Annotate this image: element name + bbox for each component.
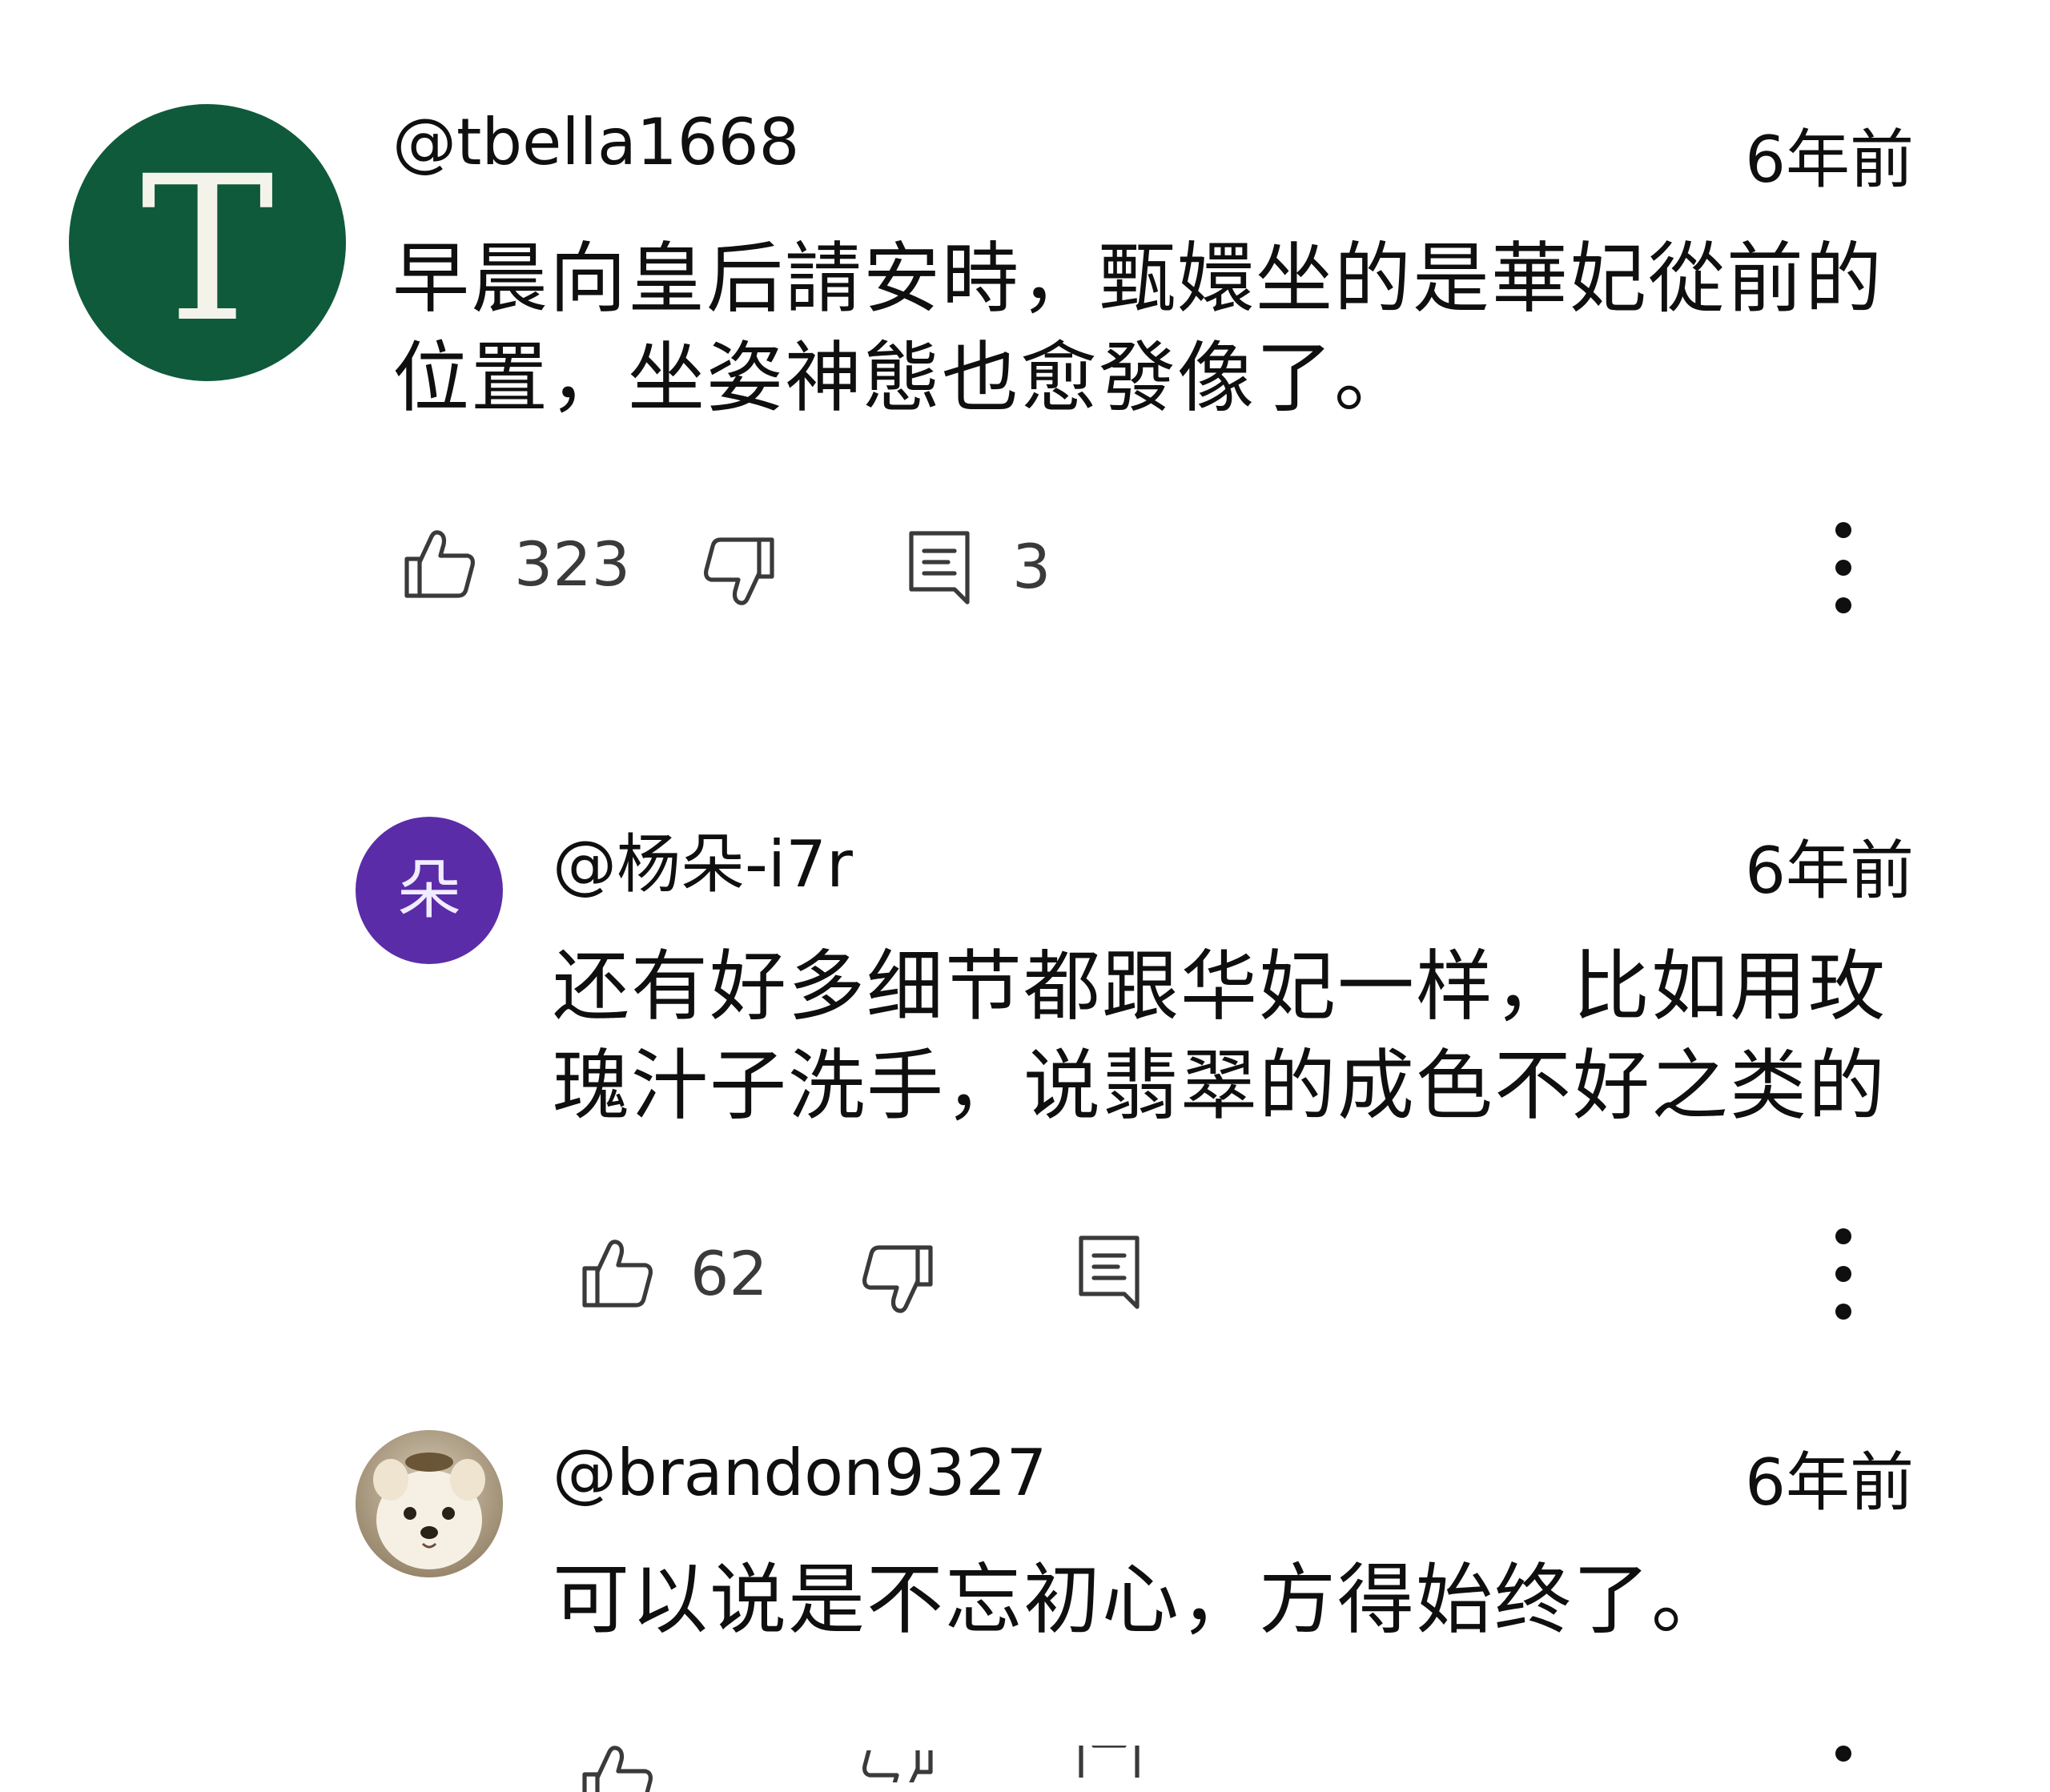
avatar[interactable] bbox=[356, 1430, 503, 1577]
comment-timestamp[interactable]: 6年前 bbox=[1745, 1451, 1914, 1515]
dog-photo-icon bbox=[356, 1430, 503, 1577]
comment-text: 可以说是不忘初心，方得始终了。 bbox=[553, 1550, 1730, 1649]
reply-button[interactable] bbox=[1076, 1746, 1142, 1778]
like-button[interactable] bbox=[581, 1744, 655, 1792]
comment-author[interactable]: @brandon9327 bbox=[553, 1441, 1047, 1505]
reply-icon bbox=[1079, 1746, 1140, 1778]
dislike-button[interactable] bbox=[860, 1750, 934, 1782]
thumbs-up-icon bbox=[582, 1746, 653, 1792]
comment-item: @brandon9327 6年前 可以说是不忘初心，方得始终了。 bbox=[0, 0, 2050, 1792]
more-vert-icon[interactable] bbox=[1827, 1746, 1859, 1768]
thumbs-down-icon bbox=[862, 1750, 933, 1782]
comment-text-line: 可以说是不忘初心，方得始终了。 bbox=[553, 1555, 1730, 1645]
